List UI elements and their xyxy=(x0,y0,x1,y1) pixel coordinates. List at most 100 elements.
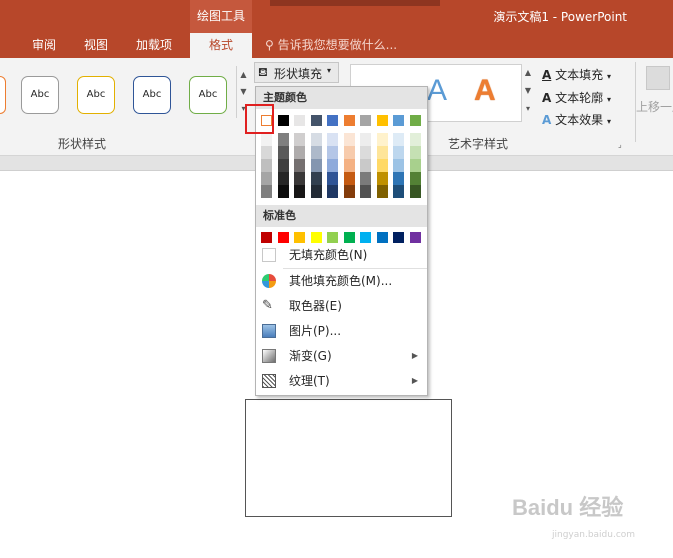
text-outline-button[interactable]: A 文本轮廓 ▾ xyxy=(542,89,611,106)
shape-fill-button[interactable]: ⛾ 形状填充 ▾ xyxy=(254,62,339,83)
theme-color-swatch[interactable] xyxy=(310,115,322,126)
shape-style-swatch[interactable]: Abc xyxy=(21,76,59,114)
theme-shade-swatch[interactable] xyxy=(261,133,272,146)
style-swatch-partial[interactable] xyxy=(0,76,6,114)
standard-color-swatch[interactable] xyxy=(393,232,404,243)
theme-shade-swatch[interactable] xyxy=(360,133,371,146)
tab-review[interactable]: 审阅 xyxy=(24,33,64,58)
slide-shape[interactable] xyxy=(245,399,452,517)
tell-me-box[interactable]: ⚲ 告诉我您想要做什么... xyxy=(265,33,397,58)
theme-shade-swatch[interactable] xyxy=(376,146,388,159)
theme-color-swatch[interactable] xyxy=(409,115,421,126)
standard-color-swatch[interactable] xyxy=(409,232,421,243)
more-colors-label: 其他填充颜色(M)... xyxy=(289,274,393,288)
theme-shade-swatch[interactable] xyxy=(277,146,289,159)
standard-color-swatch[interactable] xyxy=(310,232,322,243)
bring-forward-button[interactable]: 上移一层 xyxy=(636,98,673,115)
theme-shade-swatch[interactable] xyxy=(393,172,404,185)
theme-shade-swatch[interactable] xyxy=(393,146,404,159)
text-effects-label: 文本效果 xyxy=(555,113,604,127)
theme-shade-swatch[interactable] xyxy=(277,133,289,146)
theme-shade-swatch[interactable] xyxy=(327,133,338,146)
theme-shade-swatch[interactable] xyxy=(294,172,305,185)
theme-shade-swatch[interactable] xyxy=(343,159,355,172)
theme-shade-swatch[interactable] xyxy=(294,159,305,172)
theme-color-swatch[interactable] xyxy=(343,115,355,126)
theme-shade-swatch[interactable] xyxy=(294,133,305,146)
theme-shade-swatch[interactable] xyxy=(294,146,305,159)
theme-shade-swatch[interactable] xyxy=(261,185,272,198)
theme-shade-swatch[interactable] xyxy=(343,133,355,146)
theme-shade-swatch[interactable] xyxy=(393,133,404,146)
more-colors-item[interactable]: 其他填充颜色(M)... xyxy=(256,269,427,293)
theme-shade-swatch[interactable] xyxy=(409,185,421,198)
theme-color-swatch[interactable] xyxy=(360,115,371,126)
theme-shade-swatch[interactable] xyxy=(343,185,355,198)
theme-shade-swatch[interactable] xyxy=(393,185,404,198)
wordart-style-blue[interactable]: A xyxy=(427,74,447,108)
theme-shade-swatch[interactable] xyxy=(327,146,338,159)
theme-shade-swatch[interactable] xyxy=(409,146,421,159)
theme-shade-swatch[interactable] xyxy=(376,185,388,198)
theme-shade-swatch[interactable] xyxy=(310,185,322,198)
theme-shade-swatch[interactable] xyxy=(261,159,272,172)
theme-shade-swatch[interactable] xyxy=(376,133,388,146)
standard-color-swatch[interactable] xyxy=(376,232,388,243)
tell-me-text: 告诉我您想要做什么... xyxy=(277,38,398,52)
no-fill-item[interactable]: 无填充颜色(N) xyxy=(256,243,427,267)
shape-style-swatch[interactable]: Abc xyxy=(133,76,171,114)
theme-color-swatch[interactable] xyxy=(327,115,338,126)
theme-shade-swatch[interactable] xyxy=(294,185,305,198)
standard-color-swatch[interactable] xyxy=(343,232,355,243)
theme-shade-swatch[interactable] xyxy=(343,172,355,185)
shape-style-swatch[interactable]: Abc xyxy=(77,76,115,114)
tab-format[interactable]: 格式 xyxy=(190,33,252,58)
theme-shade-swatch[interactable] xyxy=(327,185,338,198)
eyedropper-item[interactable]: ✎ 取色器(E) xyxy=(256,294,427,318)
theme-shade-swatch[interactable] xyxy=(310,146,322,159)
picture-item[interactable]: 图片(P)... xyxy=(256,319,427,343)
theme-color-swatch[interactable] xyxy=(376,115,388,126)
theme-shade-swatch[interactable] xyxy=(409,159,421,172)
theme-shade-swatch[interactable] xyxy=(360,172,371,185)
theme-color-swatch[interactable] xyxy=(393,115,404,126)
theme-color-swatch[interactable] xyxy=(294,115,305,126)
theme-shade-swatch[interactable] xyxy=(310,159,322,172)
theme-shade-swatch[interactable] xyxy=(327,159,338,172)
theme-shade-swatch[interactable] xyxy=(393,159,404,172)
standard-color-swatch[interactable] xyxy=(360,232,371,243)
dialog-launcher-icon[interactable]: ⌟ xyxy=(618,140,622,149)
theme-shade-swatch[interactable] xyxy=(277,185,289,198)
theme-shade-swatch[interactable] xyxy=(261,172,272,185)
text-fill-button[interactable]: A 文本填充 ▾ xyxy=(542,66,611,83)
standard-color-swatch[interactable] xyxy=(277,232,289,243)
theme-shade-swatch[interactable] xyxy=(409,172,421,185)
standard-color-swatch[interactable] xyxy=(327,232,338,243)
theme-shade-swatch[interactable] xyxy=(310,172,322,185)
wordart-style-orange[interactable]: A xyxy=(474,74,496,108)
tab-addins[interactable]: 加载项 xyxy=(128,33,180,58)
theme-shade-swatch[interactable] xyxy=(277,172,289,185)
theme-shade-swatch[interactable] xyxy=(360,185,371,198)
theme-shade-swatch[interactable] xyxy=(360,159,371,172)
text-effects-button[interactable]: A 文本效果 ▾ xyxy=(542,111,611,128)
theme-shade-swatch[interactable] xyxy=(409,133,421,146)
theme-shade-swatch[interactable] xyxy=(376,159,388,172)
tab-view[interactable]: 视图 xyxy=(76,33,116,58)
theme-shade-swatch[interactable] xyxy=(343,146,355,159)
shape-style-swatch[interactable]: Abc xyxy=(189,76,227,114)
theme-shade-swatch[interactable] xyxy=(360,146,371,159)
wordart-scroll[interactable]: ▲ ▼ ▾ xyxy=(521,64,534,120)
theme-shade-swatch[interactable] xyxy=(327,172,338,185)
theme-color-swatch[interactable] xyxy=(277,115,289,126)
theme-shade-swatch[interactable] xyxy=(376,172,388,185)
submenu-arrow-icon: ▶ xyxy=(411,376,418,385)
eyedropper-label: 取色器(E) xyxy=(289,299,342,313)
gradient-item[interactable]: 渐变(G) ▶ xyxy=(256,344,427,368)
standard-color-swatch[interactable] xyxy=(261,232,272,243)
texture-item[interactable]: 纹理(T) ▶ xyxy=(256,369,427,393)
theme-shade-swatch[interactable] xyxy=(277,159,289,172)
theme-shade-swatch[interactable] xyxy=(261,146,272,159)
theme-shade-swatch[interactable] xyxy=(310,133,322,146)
standard-color-swatch[interactable] xyxy=(294,232,305,243)
